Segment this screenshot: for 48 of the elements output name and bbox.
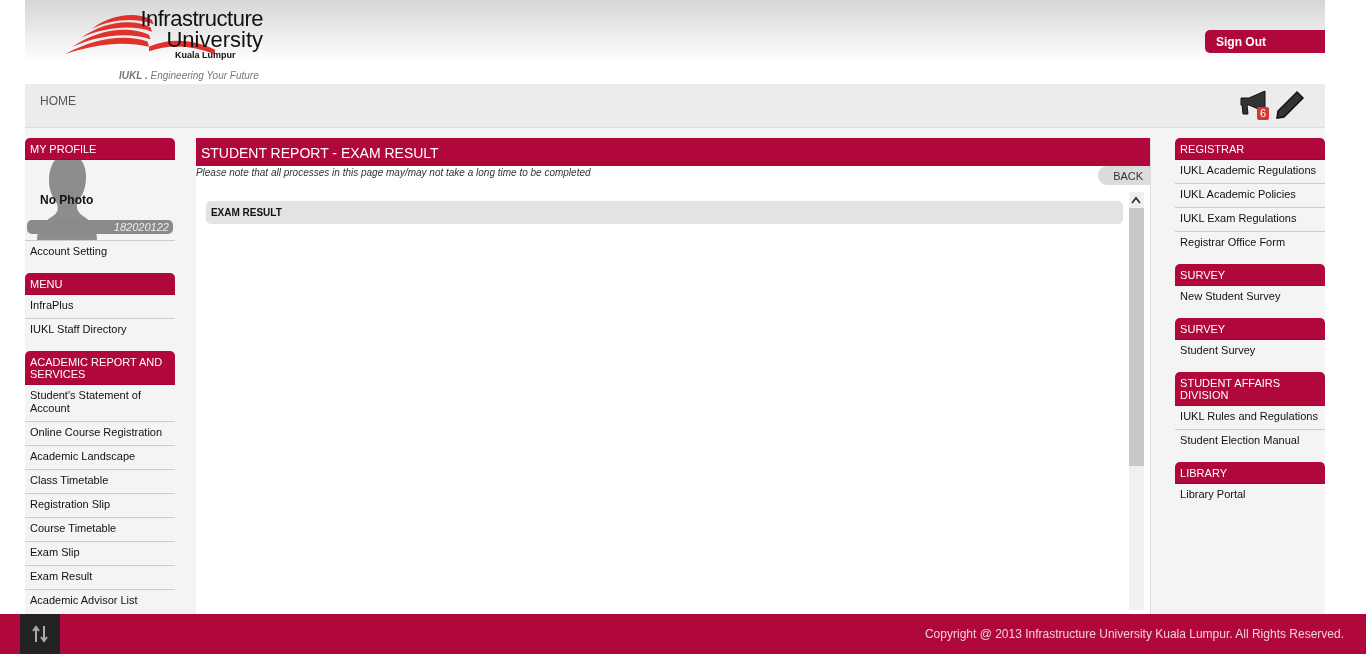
sidebar-link[interactable]: Academic Advisor List: [25, 590, 175, 613]
student-id-label: 182020122: [27, 220, 173, 234]
sidebar-link[interactable]: Course Timetable: [25, 518, 175, 542]
sidebar-link[interactable]: Student Election Manual: [1175, 430, 1325, 453]
sidebar-link[interactable]: Library Portal: [1175, 484, 1325, 507]
sidebar-link[interactable]: Registrar Office Form: [1175, 232, 1325, 255]
logo-subtitle: Kuala Lumpur: [175, 50, 236, 60]
section-header: ACADEMIC REPORT AND SERVICES: [25, 351, 175, 385]
sidebar-link[interactable]: IUKL Academic Policies: [1175, 184, 1325, 208]
sidebar-link[interactable]: Student's Statement of Account: [25, 385, 175, 422]
home-link[interactable]: HOME: [40, 94, 76, 108]
section-header: LIBRARY: [1175, 462, 1325, 484]
section-bar: EXAM RESULT: [205, 201, 1124, 224]
sidebar-link[interactable]: Class Timetable: [25, 470, 175, 494]
up-down-arrows-icon: [32, 625, 48, 643]
sidebar-link[interactable]: Student Survey: [1175, 340, 1325, 363]
logo-title: Infrastructure: [140, 8, 263, 30]
sidebar-link[interactable]: Online Course Registration: [25, 422, 175, 446]
copyright-text: Copyright @ 2013 Infrastructure University Kuala Lumpur. All Rights Reserved.: [924, 627, 1344, 641]
logo-tagline: IUKL . Engineering Your Future: [119, 70, 259, 81]
sidebar-link[interactable]: IUKL Rules and Regulations: [1175, 406, 1325, 430]
notice-text: Please note that all processes in this page may/may not take a long time to be completed: [195, 167, 591, 178]
pencil-icon[interactable]: [1275, 89, 1305, 120]
megaphone-icon: [1239, 89, 1269, 116]
section-header: STUDENT AFFAIRS DIVISION: [1175, 372, 1325, 406]
sidebar-link[interactable]: Academic Landscape: [25, 446, 175, 470]
section-header: MENU: [25, 273, 175, 295]
sidebar-link[interactable]: Registration Slip: [25, 494, 175, 518]
announcement-button[interactable]: 6: [1239, 89, 1271, 120]
sidebar-link[interactable]: Exam Result: [25, 566, 175, 590]
scrollbar[interactable]: [1129, 192, 1145, 610]
section-header: SURVEY: [1175, 318, 1325, 340]
back-button[interactable]: BACK: [1098, 166, 1151, 185]
section-header: SURVEY: [1175, 264, 1325, 286]
sidebar-link[interactable]: IUKL Staff Directory: [25, 319, 175, 342]
sidebar-link[interactable]: New Student Survey: [1175, 286, 1325, 309]
section-header: MY PROFILE: [25, 138, 175, 160]
sidebar-link[interactable]: IUKL Academic Regulations: [1175, 160, 1325, 184]
sidebar-link[interactable]: InfraPlus: [25, 295, 175, 319]
sign-out-button[interactable]: Sign Out: [1205, 30, 1325, 53]
sidebar-link[interactable]: Account Setting: [25, 241, 175, 264]
section-header: REGISTRAR: [1175, 138, 1325, 160]
scroll-toggle-button[interactable]: [20, 614, 60, 654]
logo-title: University: [166, 30, 263, 50]
sidebar-link[interactable]: Exam Slip: [25, 542, 175, 566]
scroll-up-icon[interactable]: [1131, 196, 1142, 204]
panel-title: STUDENT REPORT - EXAM RESULT: [195, 138, 1151, 166]
sidebar-link[interactable]: IUKL Exam Regulations: [1175, 208, 1325, 232]
